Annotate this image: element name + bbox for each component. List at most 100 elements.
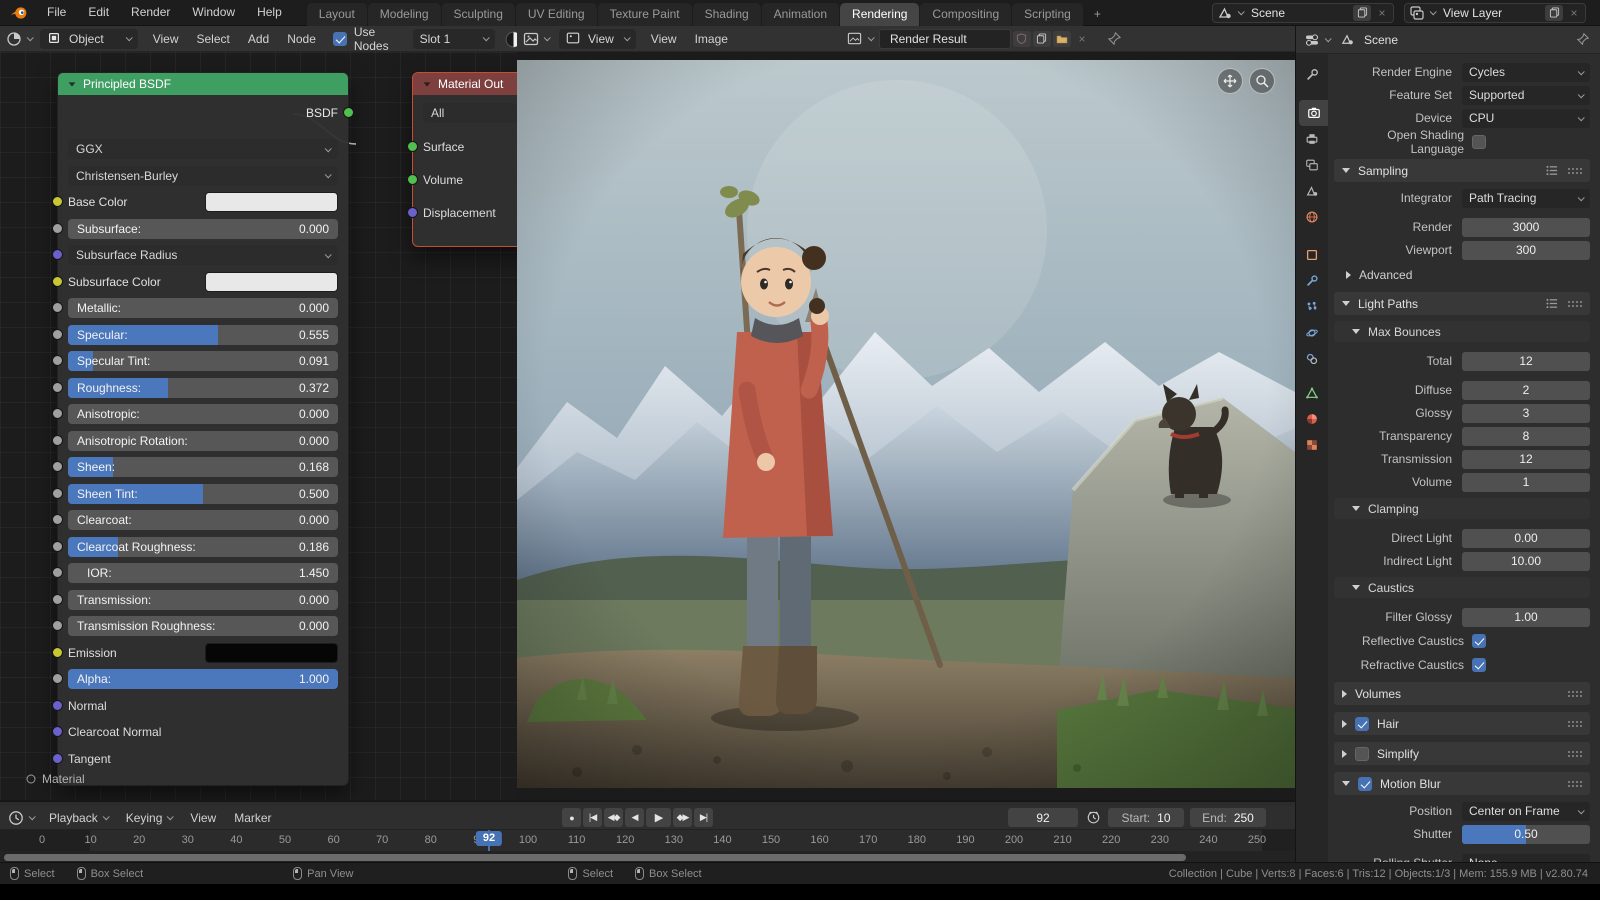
refractive-caustics-checkbox[interactable] [1472,658,1486,672]
panel-header-simplify[interactable]: Simplify [1334,742,1590,765]
copy-scene-icon[interactable] [1353,5,1371,21]
current-frame-field[interactable]: 92 [1008,808,1078,827]
use-nodes-checkbox[interactable] [333,32,347,46]
shader-menu-view[interactable]: View [144,32,188,46]
collapse-icon[interactable] [1352,585,1360,590]
pin-icon[interactable] [1576,32,1592,48]
slider-subsurface[interactable]: Subsurface:0.000 [68,219,338,239]
subpanel-header-max-bounces[interactable]: Max Bounces [1334,321,1590,342]
collapse-icon[interactable] [1352,506,1360,511]
filter-glossy-field[interactable]: 1.00 [1462,608,1590,627]
view-layer-name[interactable]: View Layer [1435,6,1543,20]
collapse-icon[interactable] [424,82,431,86]
timeline-editor-icon[interactable] [8,810,24,826]
viewport-field[interactable]: 300 [1462,241,1590,260]
hair-checkbox[interactable] [1355,717,1369,731]
properties-tab-texture[interactable] [1296,432,1328,458]
node-row-ior[interactable]: IOR:1.450 [68,563,338,583]
blender-logo-icon[interactable] [10,5,28,21]
transparency-field[interactable]: 8 [1462,427,1590,446]
slider-transmission-roughness[interactable]: Transmission Roughness:0.000 [68,616,338,636]
scene-name[interactable]: Scene [1243,6,1351,20]
diffuse-field[interactable]: 2 [1462,381,1590,400]
scene-selector[interactable]: Scene × [1212,3,1394,23]
pan-view-gizmo[interactable] [1217,68,1243,94]
principled-bsdf-node[interactable]: Principled BSDF BSDF GGXChristensen-Burl… [57,72,349,786]
panel-header-hair[interactable]: Hair [1334,712,1590,735]
slider-specular[interactable]: Specular:0.555 [68,325,338,345]
dropdown-ggx[interactable]: GGX [68,139,338,159]
input-socket-sheen[interactable] [52,461,63,472]
node-row-subsurface-radius[interactable]: Subsurface Radius [68,245,338,265]
glossy-field[interactable]: 3 [1462,404,1590,423]
timeline-menu-keying[interactable]: Keying [117,811,182,825]
frame-start-field[interactable]: Start:10 [1108,808,1184,827]
next-keyframe-button[interactable]: ◆▶ [673,808,692,827]
input-socket-subsurface-radius[interactable] [52,249,63,260]
motion-blur-checkbox[interactable] [1358,777,1372,791]
position-dropdown[interactable]: Center on Frame [1462,802,1590,821]
properties-tab-physics[interactable] [1296,320,1328,346]
menu-file[interactable]: File [36,0,77,25]
input-socket-subsurface[interactable] [52,223,63,234]
node-row-subsurface-color[interactable]: Subsurface Color [68,272,338,292]
slider-ior[interactable]: IOR:1.450 [68,563,338,583]
editor-type-icon[interactable] [6,31,22,47]
collapse-icon[interactable] [69,82,76,86]
feature-set-dropdown[interactable]: Supported [1462,86,1590,105]
collapse-icon[interactable] [1342,690,1347,698]
input-socket-specular[interactable] [52,329,63,340]
slider-sheen-tint[interactable]: Sheen Tint:0.500 [68,484,338,504]
rolling-shutter-dropdown[interactable]: None [1462,854,1590,863]
shader-mode-dropdown[interactable]: Object [40,29,138,49]
menu-render[interactable]: Render [120,0,181,25]
menu-help[interactable]: Help [246,0,293,25]
auto-keying-clock-icon[interactable] [1086,810,1102,826]
dropdown-christensen-burley[interactable]: Christensen-Burley [68,166,338,186]
collapse-icon[interactable] [1342,720,1347,728]
menu-window[interactable]: Window [181,0,246,25]
node-row-specular-tint[interactable]: Specular Tint:0.091 [68,351,338,371]
subpanel-header-caustics[interactable]: Caustics [1334,577,1590,598]
input-socket-specular-tint[interactable] [52,355,63,366]
slider-transmission[interactable]: Transmission:0.000 [68,590,338,610]
slider-anisotropic-rotation[interactable]: Anisotropic Rotation:0.000 [68,431,338,451]
collapse-icon[interactable] [1342,781,1350,786]
properties-tab-modifiers[interactable] [1296,268,1328,294]
workspace-tab-texture-paint[interactable]: Texture Paint [598,3,692,26]
node-row-emission[interactable]: Emission [68,643,338,663]
direct-light-field[interactable]: 0.00 [1462,529,1590,548]
previous-frame-button[interactable]: ◀ [625,808,644,827]
color-swatch-subsurface-color[interactable] [205,272,338,292]
playhead-frame-badge[interactable]: 92 [476,831,502,846]
node-row-base-color[interactable]: Base Color [68,192,338,212]
node-canvas[interactable]: Principled BSDF BSDF GGXChristensen-Burl… [0,52,517,800]
previous-keyframe-button[interactable]: ◀◆ [604,808,623,827]
collapse-icon[interactable] [1342,301,1350,306]
properties-editor-icon[interactable] [1304,32,1320,48]
workspace-tab-scripting[interactable]: Scripting [1012,3,1083,26]
slider-anisotropic[interactable]: Anisotropic:0.000 [68,404,338,424]
simplify-checkbox[interactable] [1355,747,1369,761]
slot-dropdown[interactable]: Slot 1 [413,29,495,49]
total-field[interactable]: 12 [1462,352,1590,371]
node-row-sheen-tint[interactable]: Sheen Tint:0.500 [68,484,338,504]
zoom-view-gizmo[interactable] [1249,68,1275,94]
timeline-ruler[interactable]: 0102030405060708090100110120130140150160… [0,830,1295,851]
node-row-clearcoat[interactable]: Clearcoat:0.000 [68,510,338,530]
node-row-tangent[interactable]: Tangent [68,749,338,769]
input-socket-transmission-roughness[interactable] [52,620,63,631]
input-socket-surface[interactable] [407,141,418,152]
output-input-volume[interactable]: Volume [423,170,517,190]
node-row-normal[interactable]: Normal [68,696,338,716]
workspace-tab-sculpting[interactable]: Sculpting [442,3,515,26]
node-row-metallic[interactable]: Metallic:0.000 [68,298,338,318]
input-socket-subsurface-color[interactable] [52,276,63,287]
workspace-tab-modeling[interactable]: Modeling [368,3,441,26]
new-image-icon[interactable] [1033,31,1051,47]
collapse-icon[interactable] [1346,271,1351,279]
image-name-field[interactable]: Render Result [879,29,1011,49]
render-engine-dropdown[interactable]: Cycles [1462,63,1590,82]
input-socket-volume[interactable] [407,174,418,185]
workspace-tab-rendering[interactable]: Rendering [840,3,919,26]
